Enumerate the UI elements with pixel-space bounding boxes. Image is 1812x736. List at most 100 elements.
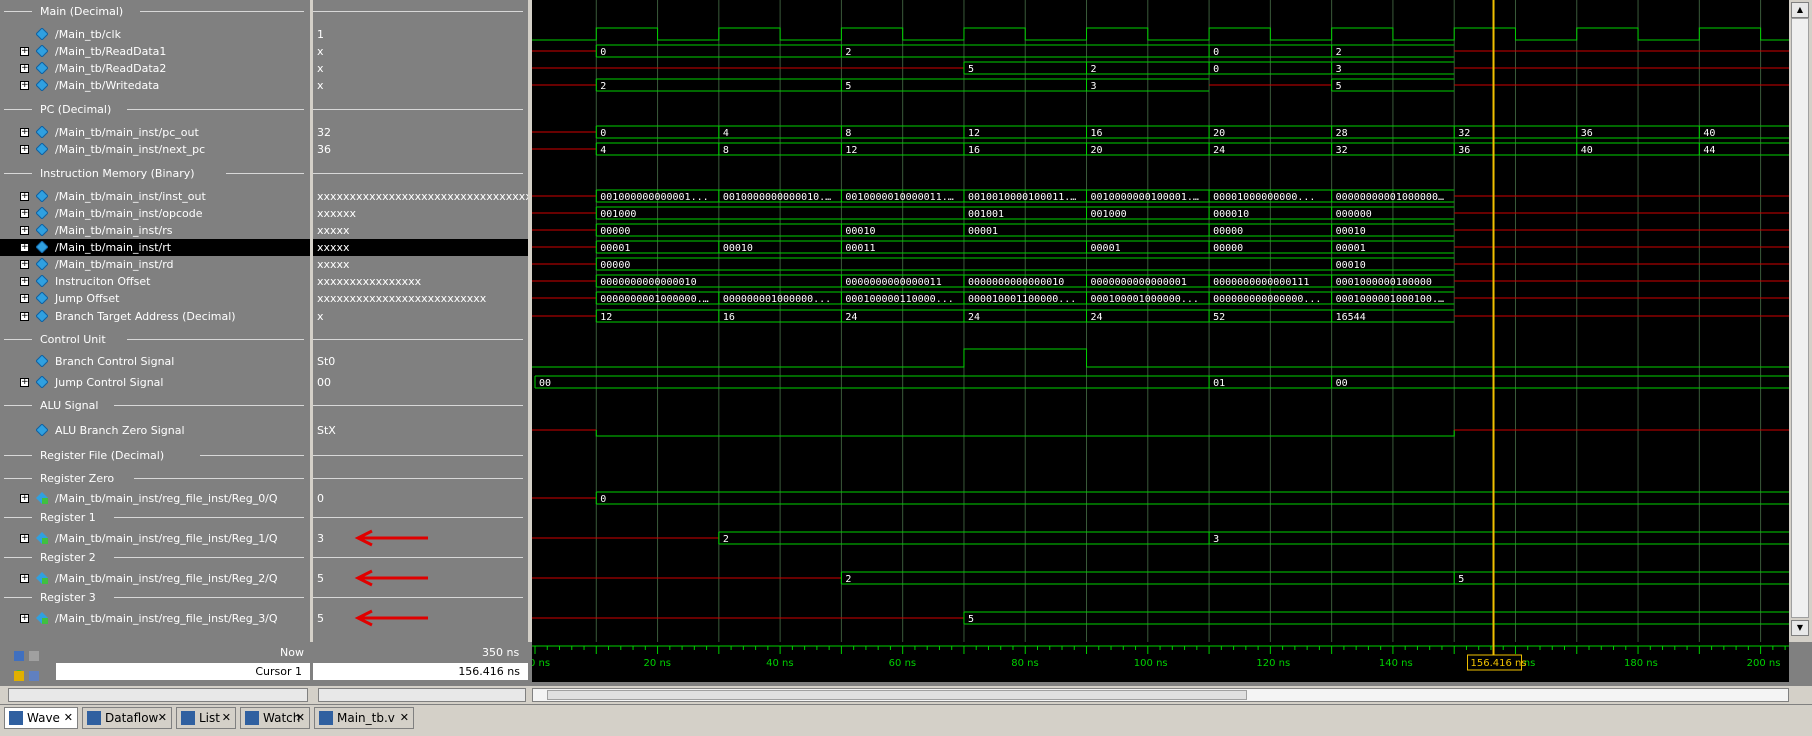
layout-icon[interactable]	[14, 651, 24, 661]
signal-row[interactable]: + /Main_tb/main_inst/rs	[0, 222, 310, 239]
tab-main-tb-v[interactable]: Main_tb.v ✕	[314, 707, 414, 729]
signal-row[interactable]: + /Main_tb/Writedata	[0, 77, 310, 94]
edit-cursor-icon[interactable]	[29, 671, 40, 681]
signal-value-row[interactable]: xxxxxxxxxxxxxxxxxxxxxxxxxx	[313, 290, 528, 307]
close-icon[interactable]: ✕	[222, 708, 231, 728]
expand-icon[interactable]: +	[20, 47, 29, 56]
group-header[interactable]: Instruction Memory (Binary)	[0, 165, 310, 182]
signal-row[interactable]: + /Main_tb/main_inst/next_pc	[0, 141, 310, 158]
expand-icon[interactable]: +	[20, 312, 29, 321]
group-header[interactable]: Register 1	[0, 509, 310, 526]
signal-value-row[interactable]: xxxxx	[313, 256, 528, 273]
signal-value-row[interactable]: St0	[313, 353, 528, 370]
signal-row[interactable]: + /Main_tb/main_inst/reg_file_inst/Reg_1/…	[0, 530, 310, 547]
signal-value-row[interactable]: xxxxxxxxxxxxxxxxxxxxxxxxxxxxxxxxx	[313, 188, 528, 205]
expand-icon[interactable]: +	[20, 128, 29, 137]
expand-icon[interactable]: +	[20, 145, 29, 154]
group-header[interactable]: PC (Decimal)	[0, 101, 310, 118]
cursor-name[interactable]: Cursor 1	[56, 663, 310, 680]
signal-value-row[interactable]: 36	[313, 141, 528, 158]
signal-value-row[interactable]: 0	[313, 490, 528, 507]
bookmark-icon[interactable]	[29, 651, 40, 661]
signal-value-row[interactable]: x	[313, 43, 528, 60]
expand-icon[interactable]: +	[20, 209, 29, 218]
tab-wave[interactable]: Wave ✕	[4, 707, 78, 729]
expand-icon[interactable]: +	[20, 64, 29, 73]
close-icon[interactable]: ✕	[158, 708, 167, 728]
signal-row[interactable]: + /Main_tb/ReadData2	[0, 60, 310, 77]
tab-label: Watch	[263, 711, 301, 725]
signal-name: ALU Branch Zero Signal	[55, 424, 185, 437]
expand-icon[interactable]: +	[20, 294, 29, 303]
expand-icon[interactable]: +	[20, 192, 29, 201]
names-hscroll[interactable]	[8, 688, 308, 702]
signal-row[interactable]: + /Main_tb/main_inst/rt	[0, 239, 310, 256]
expand-icon[interactable]: +	[20, 226, 29, 235]
signal-value-row[interactable]: xxxxxx	[313, 205, 528, 222]
signal-value-row[interactable]: x	[313, 77, 528, 94]
close-icon[interactable]: ✕	[296, 708, 305, 728]
signal-row[interactable]: + /Main_tb/main_inst/reg_file_inst/Reg_3/…	[0, 610, 310, 627]
signal-row[interactable]: + /Main_tb/main_inst/opcode	[0, 205, 310, 222]
signal-row[interactable]: + Jump Control Signal	[0, 374, 310, 391]
expand-icon[interactable]: +	[20, 260, 29, 269]
waveform-canvas[interactable]: 0 2 0 25 2 0 32 5 3 50 4 8 12 16 20 28 32 36 404 8 12 16 20 24 3…	[532, 0, 1789, 642]
expand-icon[interactable]: +	[20, 378, 29, 387]
group-header[interactable]: Register Zero	[0, 470, 310, 487]
signal-value-row[interactable]: x	[313, 60, 528, 77]
signal-value-row[interactable]: xxxxxxxxxxxxxxxx	[313, 273, 528, 290]
group-header[interactable]: Register File (Decimal)	[0, 447, 310, 464]
signal-value-row[interactable]: 1	[313, 26, 528, 43]
tab-dataflow[interactable]: Dataflow ✕	[82, 707, 172, 729]
tab-watch[interactable]: Watch ✕	[240, 707, 310, 729]
signal-row[interactable]: Branch Control Signal	[0, 353, 310, 370]
group-header[interactable]: Register 3	[0, 589, 310, 606]
pane-splitter-right[interactable]	[528, 0, 531, 642]
signal-row[interactable]: ALU Branch Zero Signal	[0, 422, 310, 439]
horizontal-scrollbars[interactable]	[0, 686, 1812, 704]
waveform-pane[interactable]: 0 2 0 2 5 2 0 3 2 5 3 5 0 4 8 12 16 20 28 32 36 40 4 8 12 16 20 24 3…	[532, 0, 1789, 642]
cursor-time-value[interactable]: 156.416 ns	[313, 663, 528, 680]
lock-icon[interactable]	[14, 671, 24, 681]
expand-icon[interactable]: +	[20, 614, 29, 623]
signal-value-row[interactable]: 32	[313, 124, 528, 141]
signal-row[interactable]: + /Main_tb/ReadData1	[0, 43, 310, 60]
signal-row[interactable]: + /Main_tb/main_inst/reg_file_inst/Reg_2/…	[0, 570, 310, 587]
expand-icon[interactable]: +	[20, 494, 29, 503]
group-header[interactable]: Control Unit	[0, 331, 310, 348]
expand-icon[interactable]: +	[20, 243, 29, 252]
signal-value-row[interactable]: 00	[313, 374, 528, 391]
expand-icon[interactable]: +	[20, 574, 29, 583]
signal-row[interactable]: + /Main_tb/main_inst/pc_out	[0, 124, 310, 141]
signal-value-row[interactable]: StX	[313, 422, 528, 439]
signal-value-row[interactable]: xxxxx	[313, 239, 528, 256]
bus-value-label: 36	[1581, 128, 1593, 139]
wave-hscroll-thumb[interactable]	[547, 690, 1247, 700]
wave-hscroll[interactable]	[532, 688, 1789, 702]
close-icon[interactable]: ✕	[400, 708, 409, 728]
group-header[interactable]: ALU Signal	[0, 397, 310, 414]
expand-icon[interactable]: +	[20, 81, 29, 90]
signal-row[interactable]: /Main_tb/clk	[0, 26, 310, 43]
values-hscroll[interactable]	[318, 688, 526, 702]
group-header[interactable]: Register 2	[0, 549, 310, 566]
vertical-scrollbar[interactable]: ▲ ▼	[1789, 0, 1812, 642]
signal-row[interactable]: + Jump Offset	[0, 290, 310, 307]
signal-row[interactable]: + /Main_tb/main_inst/rd	[0, 256, 310, 273]
signal-value-row[interactable]: xxxxx	[313, 222, 528, 239]
scroll-down-icon[interactable]: ▼	[1791, 620, 1809, 636]
expand-icon[interactable]: +	[20, 534, 29, 543]
close-icon[interactable]: ✕	[64, 708, 73, 728]
signal-row[interactable]: + /Main_tb/main_inst/inst_out	[0, 188, 310, 205]
signal-row[interactable]: + /Main_tb/main_inst/reg_file_inst/Reg_0/…	[0, 490, 310, 507]
signal-value-row[interactable]: x	[313, 308, 528, 325]
scroll-up-icon[interactable]: ▲	[1791, 2, 1809, 18]
tab-list[interactable]: List ✕	[176, 707, 236, 729]
signal-row[interactable]: + Instruciton Offset	[0, 273, 310, 290]
expand-icon[interactable]: +	[20, 277, 29, 286]
group-header[interactable]: Main (Decimal)	[0, 3, 310, 20]
vertical-scroll-thumb[interactable]	[1791, 18, 1809, 618]
now-icons	[14, 646, 54, 680]
signal-row[interactable]: + Branch Target Address (Decimal)	[0, 308, 310, 325]
bus-value-label: 0010000000000010.…	[723, 192, 831, 203]
